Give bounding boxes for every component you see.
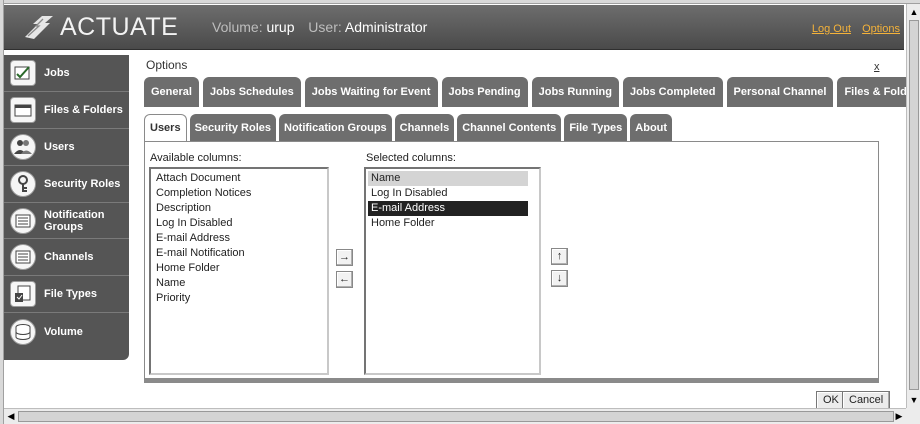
tab-row-secondary: Users Security Roles Notification Groups… <box>144 114 675 141</box>
user-value: Administrator <box>344 19 428 35</box>
list-item[interactable]: E-mail Notification <box>153 246 325 261</box>
tab-notification-groups[interactable]: Notification Groups <box>279 114 392 141</box>
scroll-up-icon[interactable]: ▲ <box>907 5 920 19</box>
close-button[interactable]: x <box>874 61 880 73</box>
tab-jobs-waiting-for-event[interactable]: Jobs Waiting for Event <box>304 77 438 107</box>
sidebar: Jobs Files & Folders Users Security Role… <box>4 55 129 360</box>
sidebar-item-label: Jobs <box>44 67 70 79</box>
file-types-icon <box>10 281 36 307</box>
selected-columns-list[interactable]: Name Log In Disabled E-mail Address Home… <box>364 167 541 375</box>
vertical-scrollbar[interactable]: ▲ ▼ <box>906 4 920 408</box>
scroll-right-icon[interactable]: ▶ <box>892 409 906 423</box>
tab-general[interactable]: General <box>144 77 199 107</box>
sidebar-item-label: File Types <box>44 288 97 300</box>
scroll-left-icon[interactable]: ◀ <box>4 409 18 423</box>
move-down-button[interactable]: ↓ <box>551 270 568 287</box>
list-item[interactable]: Description <box>153 201 325 216</box>
add-column-button[interactable]: → <box>336 249 353 266</box>
notification-icon <box>10 207 36 234</box>
sidebar-item-security-roles[interactable]: Security Roles <box>4 166 129 203</box>
channel-icon <box>10 244 36 270</box>
list-item[interactable]: Priority <box>153 291 325 306</box>
folder-icon <box>10 97 36 123</box>
logo-text: ACTUATE <box>60 12 179 41</box>
tab-jobs-completed[interactable]: Jobs Completed <box>622 77 723 107</box>
logout-link[interactable]: Log Out <box>812 23 851 35</box>
sidebar-item-label: Channels <box>44 251 94 263</box>
tab-personal-channel[interactable]: Personal Channel <box>726 77 834 107</box>
tab-security-roles[interactable]: Security Roles <box>189 114 276 141</box>
options-panel: Available columns: Selected columns: Att… <box>144 141 879 379</box>
horizontal-scrollbar[interactable]: ◀ ▶ <box>4 408 906 424</box>
tab-row-primary: General Jobs Schedules Jobs Waiting for … <box>144 77 920 107</box>
list-item[interactable]: Completion Notices <box>153 186 325 201</box>
tab-channel-contents[interactable]: Channel Contents <box>457 114 562 141</box>
actuate-logo: ACTUATE <box>22 12 178 42</box>
list-item[interactable]: Name <box>368 171 528 186</box>
users-icon <box>10 134 36 160</box>
sidebar-item-jobs[interactable]: Jobs <box>4 55 129 92</box>
user-label: User: <box>308 19 342 35</box>
volume-icon <box>10 318 36 345</box>
vertical-scroll-thumb[interactable] <box>909 20 919 390</box>
volume-label: Volume: <box>212 19 263 35</box>
app-banner: ACTUATE Volume: urup User: Administrator… <box>4 5 904 50</box>
horizontal-scroll-thumb[interactable] <box>18 411 894 422</box>
move-up-button[interactable]: ↑ <box>551 248 568 265</box>
scrollbar-corner <box>906 408 920 424</box>
volume-value: urup <box>266 19 295 35</box>
volume-user-info: Volume: urup User: Administrator <box>212 19 427 35</box>
list-item[interactable]: Log In Disabled <box>153 216 325 231</box>
window-frame-top <box>0 0 920 4</box>
sidebar-item-files-folders[interactable]: Files & Folders <box>4 92 129 129</box>
remove-column-button[interactable]: ← <box>336 271 353 288</box>
banner-links: Log Out Options <box>804 23 900 35</box>
sidebar-item-label: Users <box>44 141 75 153</box>
key-icon <box>10 171 36 197</box>
sidebar-item-label: Security Roles <box>44 178 121 190</box>
tab-file-types[interactable]: File Types <box>564 114 628 141</box>
tab-jobs-pending[interactable]: Jobs Pending <box>441 77 528 107</box>
selected-columns-label: Selected columns: <box>366 152 456 164</box>
sidebar-item-file-types[interactable]: File Types <box>4 276 129 313</box>
scroll-down-icon[interactable]: ▼ <box>907 393 920 407</box>
tab-channels[interactable]: Channels <box>394 114 455 141</box>
sidebar-item-volume[interactable]: Volume <box>4 313 129 350</box>
page-title: Options <box>146 58 188 72</box>
actuate-logo-icon <box>25 16 53 39</box>
panel-footer-bar <box>144 379 879 383</box>
list-item[interactable]: Name <box>153 276 325 291</box>
list-item[interactable]: Attach Document <box>153 171 325 186</box>
tab-about[interactable]: About <box>630 114 673 141</box>
tab-jobs-running[interactable]: Jobs Running <box>531 77 619 107</box>
tab-users[interactable]: Users <box>144 114 187 141</box>
tab-jobs-schedules[interactable]: Jobs Schedules <box>202 77 301 107</box>
sidebar-item-label: Volume <box>44 325 83 338</box>
available-columns-label: Available columns: <box>150 152 242 164</box>
list-item[interactable]: Home Folder <box>153 261 325 276</box>
sidebar-item-label: Files & Folders <box>44 104 123 116</box>
sidebar-item-users[interactable]: Users <box>4 129 129 166</box>
available-columns-list[interactable]: Attach Document Completion Notices Descr… <box>149 167 329 375</box>
options-link[interactable]: Options <box>862 23 900 35</box>
sidebar-item-channels[interactable]: Channels <box>4 239 129 276</box>
jobs-icon <box>10 60 36 86</box>
list-item[interactable]: Home Folder <box>368 216 528 231</box>
sidebar-item-label: Notification Groups <box>44 208 105 233</box>
list-item[interactable]: E-mail Address <box>153 231 325 246</box>
list-item[interactable]: E-mail Address <box>368 201 528 216</box>
list-item[interactable]: Log In Disabled <box>368 186 528 201</box>
sidebar-item-notification-groups[interactable]: Notification Groups <box>4 203 129 239</box>
